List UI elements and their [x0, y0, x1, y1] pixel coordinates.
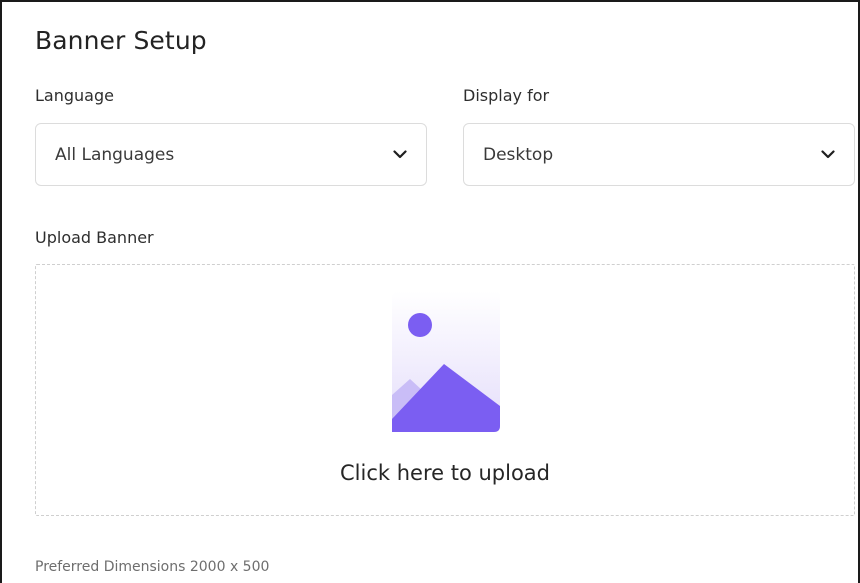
section-title: Banner Setup [35, 26, 207, 55]
upload-banner-label: Upload Banner [35, 228, 154, 247]
banner-setup-panel: Banner Setup Language All Languages Disp… [0, 0, 860, 583]
language-select[interactable]: All Languages [35, 123, 427, 186]
language-label: Language [35, 86, 114, 105]
language-select-value: All Languages [55, 144, 175, 165]
chevron-down-icon [392, 147, 408, 163]
display-for-label: Display for [463, 86, 550, 105]
preferred-dimensions-hint: Preferred Dimensions 2000 x 500 [35, 559, 270, 575]
image-placeholder-icon [392, 291, 500, 432]
upload-dropzone[interactable]: Click here to upload [35, 264, 855, 516]
display-for-select-value: Desktop [483, 144, 554, 165]
upload-cta-text: Click here to upload [340, 461, 550, 485]
chevron-down-icon [820, 147, 836, 163]
display-for-select[interactable]: Desktop [463, 123, 855, 186]
